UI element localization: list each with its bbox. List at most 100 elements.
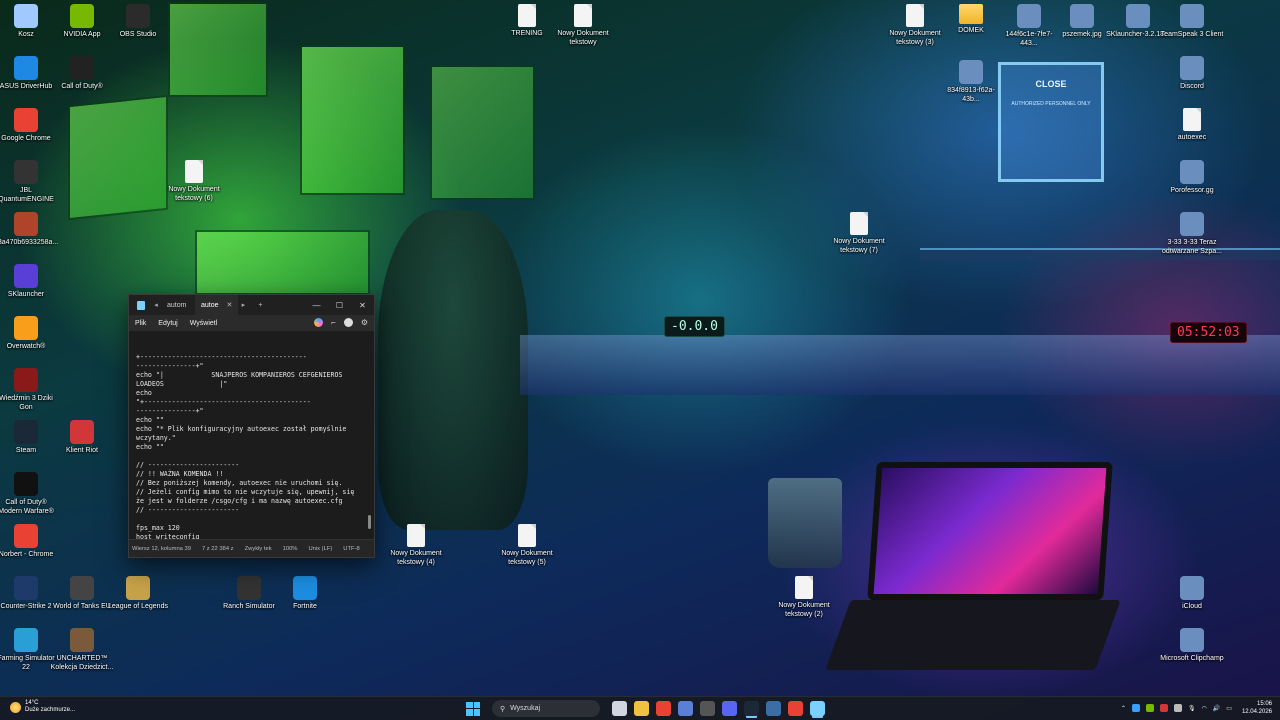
desktop-icon-right-14[interactable]: 3-33 3-33 Teraz odtwarzane Szpa... bbox=[1160, 212, 1224, 256]
tab-close-icon[interactable]: ✕ bbox=[227, 301, 233, 309]
wallpaper-shelf bbox=[920, 248, 1280, 260]
desktop-icon-right-10[interactable]: autoexec bbox=[1160, 108, 1224, 142]
folder-icon bbox=[959, 4, 983, 24]
weather-widget[interactable]: 14°C Duże zachmurze... bbox=[10, 700, 75, 714]
desktop-icon-right-16[interactable]: Nowy Dokument tekstowy (5) bbox=[495, 524, 559, 567]
desktop-icon-right-5[interactable]: pszemek.jpg bbox=[1050, 4, 1114, 39]
desktop-icon-left-1[interactable]: NVIDIA App bbox=[50, 4, 114, 39]
desktop-icon-left-9[interactable]: Overwatch® bbox=[0, 316, 58, 351]
status-zoom[interactable]: 100% bbox=[283, 546, 298, 552]
desktop-icon-right-1[interactable]: Nowy Dokument tekstowy bbox=[551, 4, 615, 47]
desktop-icon-right-13[interactable]: Nowy Dokument tekstowy (7) bbox=[827, 212, 891, 255]
menu-edit[interactable]: Edytuj bbox=[158, 320, 177, 327]
tab-scroll-left-icon[interactable]: ◂ bbox=[151, 301, 161, 309]
desktop-icon-right-18[interactable]: iCloud bbox=[1160, 576, 1224, 611]
file-explorer-icon[interactable] bbox=[634, 701, 649, 716]
search-box[interactable]: ⚲ Wyszukaj bbox=[492, 700, 600, 717]
battery-icon[interactable]: ▭ bbox=[1226, 705, 1232, 712]
copilot-icon[interactable] bbox=[314, 318, 324, 327]
desktop-icon-right-15[interactable]: Nowy Dokument tekstowy (4) bbox=[384, 524, 448, 567]
app-icon-2[interactable] bbox=[766, 701, 781, 716]
menu-file[interactable]: Plik bbox=[135, 320, 146, 327]
start-button[interactable] bbox=[466, 701, 480, 716]
desktop-icon-right-17[interactable]: Nowy Dokument tekstowy (2) bbox=[772, 576, 836, 619]
tray-app-icon-3[interactable] bbox=[1159, 704, 1168, 712]
image-icon bbox=[1070, 4, 1094, 28]
desktop-icon-right-9[interactable]: Discord bbox=[1160, 56, 1224, 91]
desktop-icon-right-0[interactable]: TRENING bbox=[495, 4, 559, 38]
desktop-icon-right-12[interactable]: Porofessor.gg bbox=[1160, 160, 1224, 195]
editor-scrollbar[interactable] bbox=[368, 333, 371, 537]
image-icon bbox=[1017, 4, 1041, 28]
editor-line: echo bbox=[136, 389, 152, 397]
notepad-taskbar-icon[interactable] bbox=[810, 701, 825, 716]
desktop-icon-left-18[interactable]: Ranch Simulator bbox=[217, 576, 281, 611]
desktop-icon-left-17[interactable]: League of Legends bbox=[106, 576, 170, 611]
tab-scroll-right-icon[interactable]: ▸ bbox=[238, 301, 248, 309]
tray-app-icon-1[interactable] bbox=[1131, 704, 1140, 712]
desktop-icon-left-21[interactable]: UNCHARTED™ Kolekcja Dziedzict... bbox=[50, 628, 114, 672]
account-avatar-icon[interactable] bbox=[343, 318, 353, 327]
scrollbar-thumb[interactable] bbox=[368, 515, 371, 529]
editor-line: // ----------------------- bbox=[136, 506, 240, 514]
notepad-window[interactable]: ◂ autom autoe ✕ ▸ + — ☐ ✕ Plik Edytuj Wy… bbox=[128, 294, 375, 558]
desktop-icon-label: Nowy Dokument tekstowy (6) bbox=[168, 186, 220, 202]
taskbar-clock[interactable]: 15:06 12.04.2026 bbox=[1242, 700, 1272, 716]
sklauncher-icon bbox=[14, 264, 38, 288]
desktop-icon-left-2[interactable]: OBS Studio bbox=[106, 4, 170, 39]
desktop-icon-left-10[interactable]: Wiedźmin 3 Dziki Gon bbox=[0, 368, 58, 412]
heading-icon[interactable]: ⌐ bbox=[331, 318, 336, 327]
desktop-icon-left-13[interactable]: Call of Duty® Modern Warfare® bbox=[0, 472, 58, 516]
desktop-icon-left-14[interactable]: Norbert - Chrome bbox=[0, 524, 58, 559]
maximize-button[interactable]: ☐ bbox=[328, 301, 351, 310]
tray-app-icon-4[interactable] bbox=[1173, 704, 1182, 712]
task-view-icon[interactable] bbox=[612, 701, 627, 716]
desktop-icon-left-16[interactable]: World of Tanks EU bbox=[50, 576, 114, 611]
desktop-icon-right-2[interactable]: Nowy Dokument tekstowy (3) bbox=[883, 4, 947, 47]
notepad-editor[interactable]: +---------------------------------------… bbox=[129, 331, 374, 539]
mic-icon[interactable]: 🎙 bbox=[1188, 705, 1196, 712]
close-button[interactable]: ✕ bbox=[351, 301, 374, 310]
status-format[interactable]: Zwykły tek bbox=[245, 546, 272, 552]
obs-taskbar-icon[interactable] bbox=[700, 701, 715, 716]
chrome-profile-icon bbox=[14, 524, 38, 548]
settings-gear-icon[interactable]: ⚙ bbox=[361, 318, 368, 327]
desktop-icon-left-19[interactable]: Fortnite bbox=[273, 576, 337, 611]
desktop-icon-right-3[interactable]: DOMEK bbox=[939, 4, 1003, 35]
new-tab-icon[interactable]: + bbox=[258, 302, 262, 309]
recycle-bin-icon bbox=[14, 4, 38, 28]
wallpaper-desk bbox=[520, 335, 1280, 395]
editor-line: echo "" bbox=[136, 416, 164, 424]
menu-view[interactable]: Wyświetl bbox=[190, 320, 218, 327]
steam-taskbar-icon[interactable] bbox=[744, 701, 759, 716]
desktop-icon-left-5[interactable]: Google Chrome bbox=[0, 108, 58, 143]
editor-line: echo "" bbox=[136, 443, 164, 451]
document-icon bbox=[185, 160, 203, 183]
chrome-icon bbox=[1180, 212, 1204, 236]
document-icon bbox=[1183, 108, 1201, 131]
desktop-icon-right-11[interactable]: Nowy Dokument tekstowy (6) bbox=[162, 160, 226, 203]
desktop-icon-left-12[interactable]: Klient Riot bbox=[50, 420, 114, 455]
desktop-icon-right-7[interactable]: TeamSpeak 3 Client bbox=[1160, 4, 1224, 39]
app-icon-1[interactable] bbox=[678, 701, 693, 716]
tray-chevron-icon[interactable]: ⌃ bbox=[1121, 705, 1126, 712]
desktop-icon-right-8[interactable]: 834f8913-f62a-43b... bbox=[939, 60, 1003, 104]
tray-app-icon-2[interactable] bbox=[1145, 704, 1154, 712]
desktop-icon-label: 43a470b6933258a... bbox=[0, 239, 58, 246]
chrome-profile-taskbar-icon[interactable] bbox=[788, 701, 803, 716]
tab-autom[interactable]: autom bbox=[161, 295, 195, 315]
desktop-icon-left-7[interactable]: 43a470b6933258a... bbox=[0, 212, 58, 247]
tab-autoe[interactable]: autoe ✕ bbox=[195, 295, 239, 315]
desktop-icon-label: iCloud bbox=[1182, 603, 1202, 610]
desktop-icon-left-4[interactable]: Call of Duty® bbox=[50, 56, 114, 91]
desktop-icon-left-8[interactable]: SKlauncher bbox=[0, 264, 58, 299]
notepad-title-bar[interactable]: ◂ autom autoe ✕ ▸ + — ☐ ✕ bbox=[129, 295, 374, 315]
wifi-icon[interactable]: ◠ bbox=[1202, 705, 1207, 712]
volume-icon[interactable]: 🔊 bbox=[1213, 705, 1220, 712]
desktop-icon-right-19[interactable]: Microsoft Clipchamp bbox=[1160, 628, 1224, 663]
desktop-icon-left-6[interactable]: JBL QuantumENGINE bbox=[0, 160, 58, 204]
chrome-taskbar-icon[interactable] bbox=[656, 701, 671, 716]
minimize-button[interactable]: — bbox=[305, 301, 328, 310]
discord-taskbar-icon[interactable] bbox=[722, 701, 737, 716]
